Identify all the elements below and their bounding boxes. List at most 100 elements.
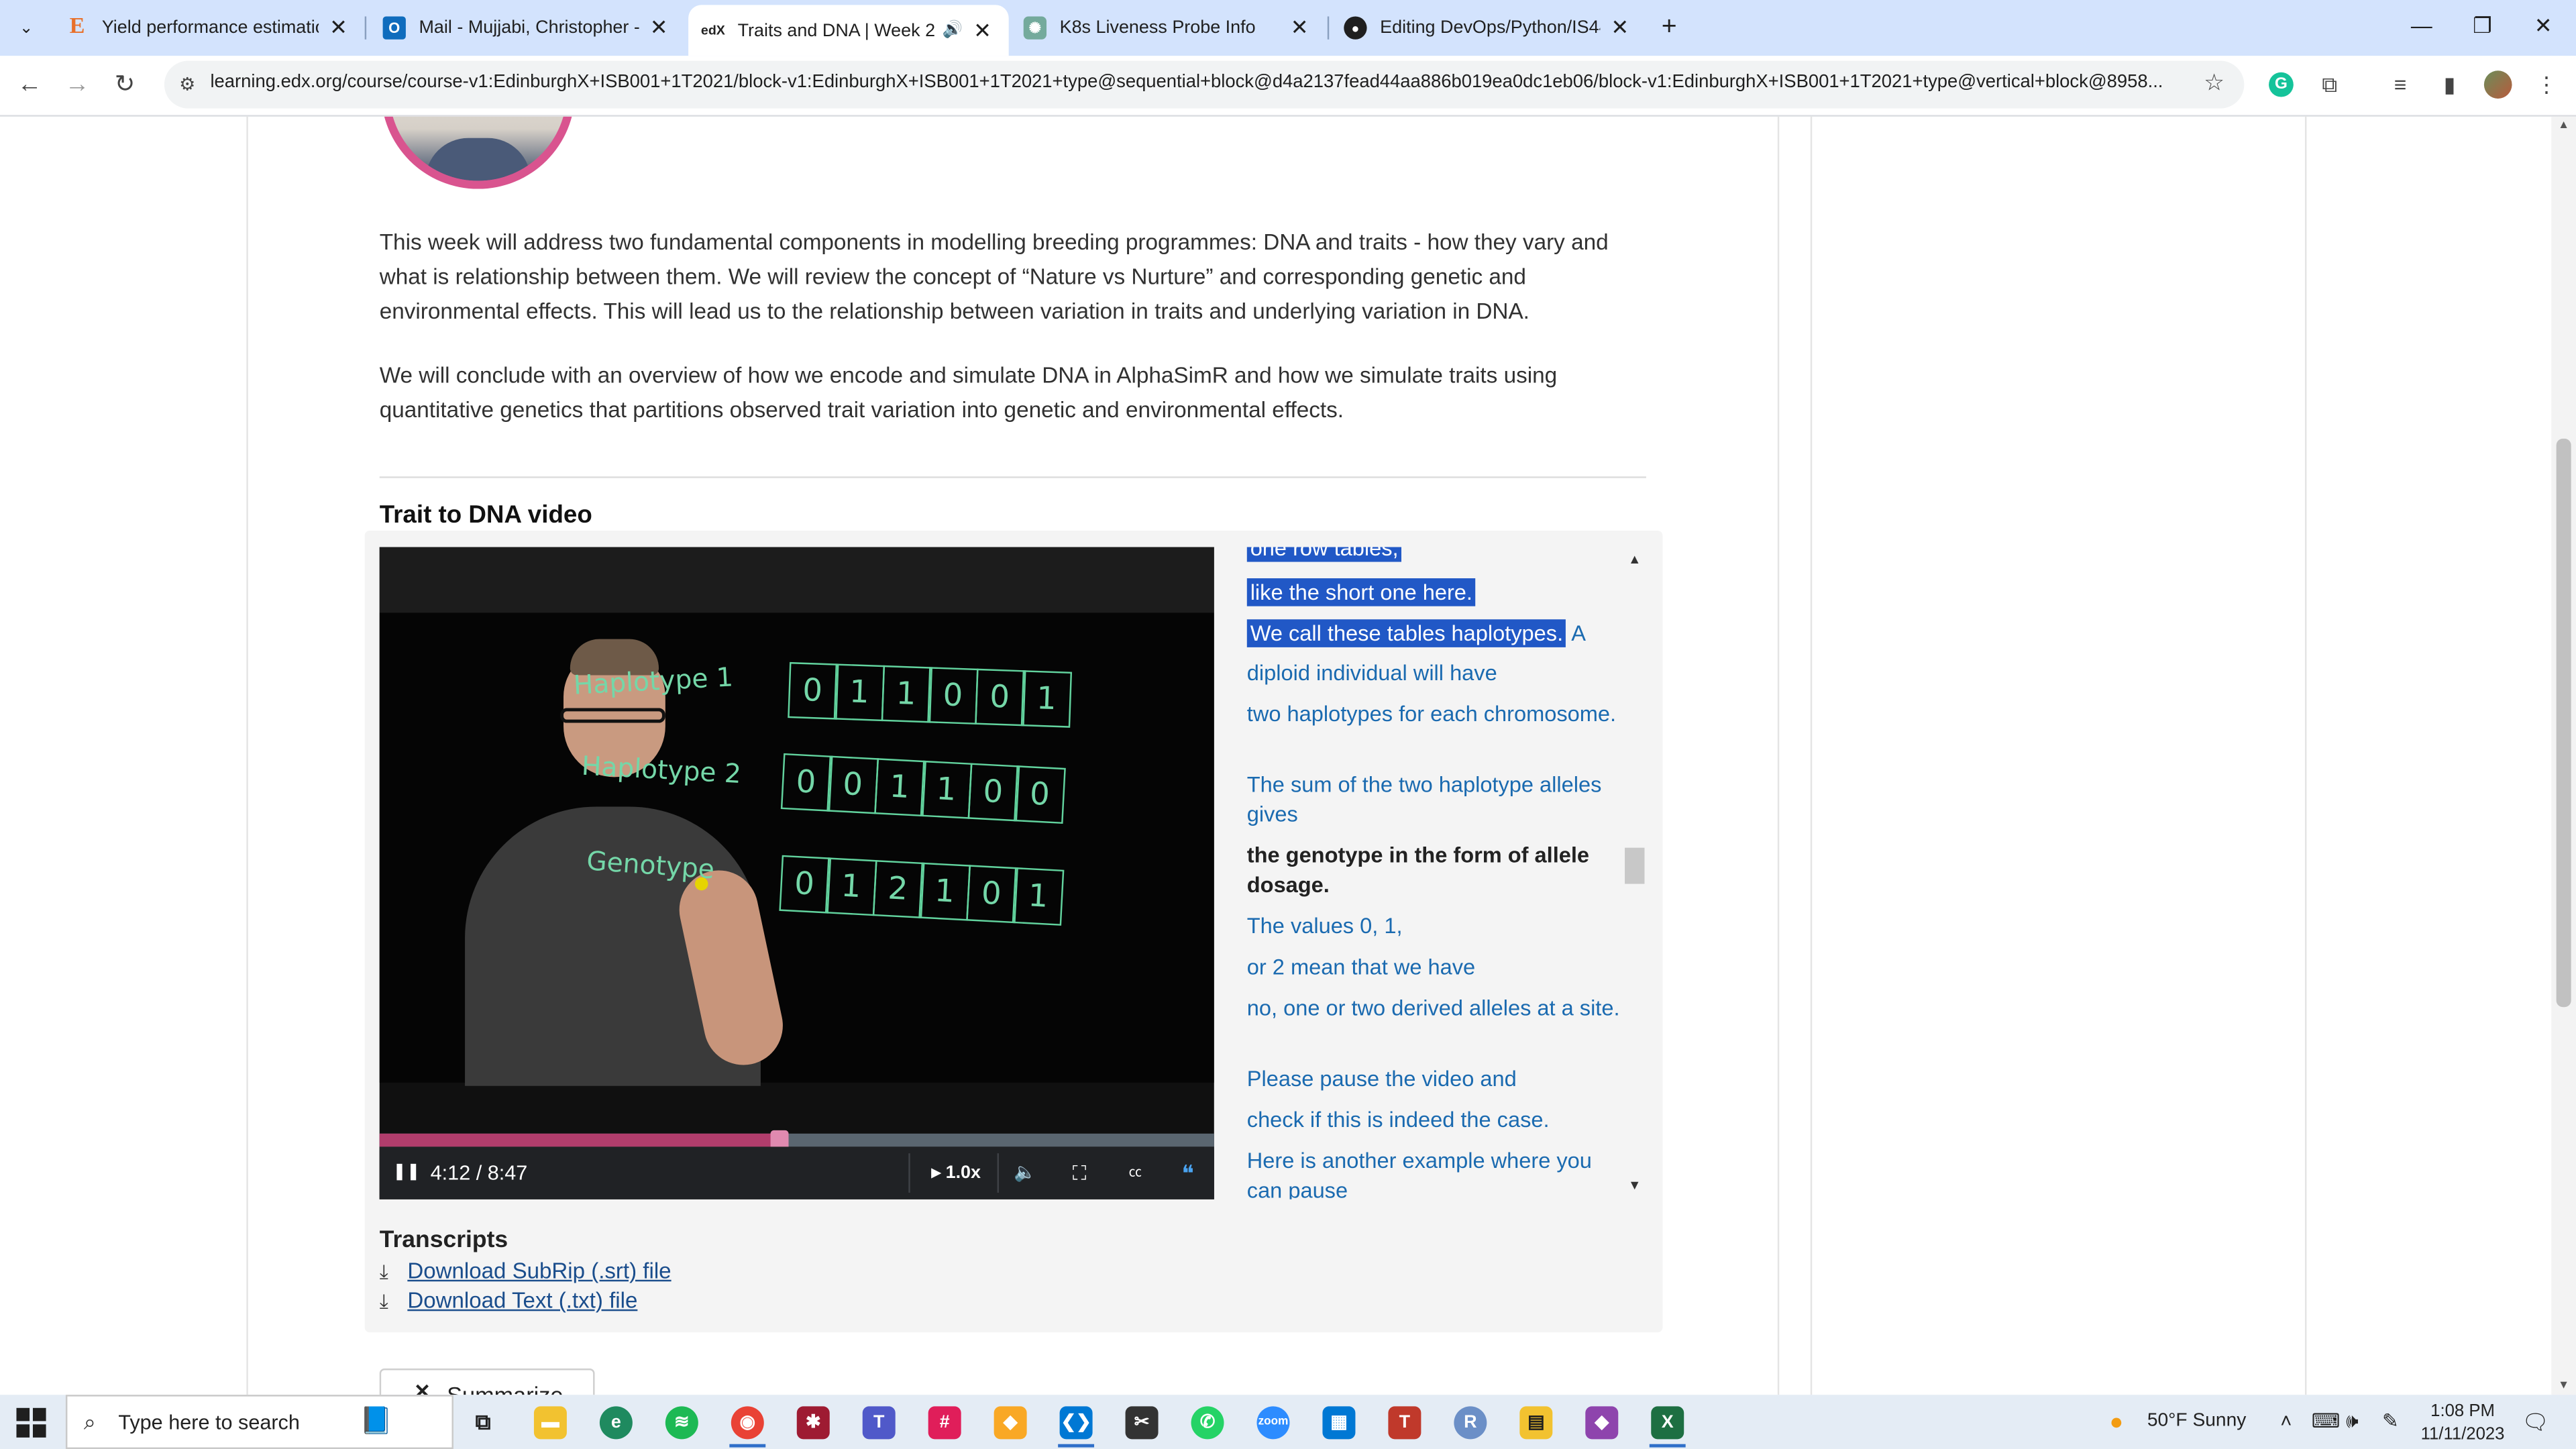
video-player[interactable]: Haplotype 1 Haplotype 2 Genotype 0 1 1 0… [379,547,1214,1199]
close-icon[interactable]: ✕ [1607,15,1633,41]
mathematica-icon[interactable]: ✱ [796,1406,830,1440]
transcript-line[interactable]: Please pause the video and [1247,1065,1621,1094]
address-bar[interactable]: ⚙ learning.edx.org/course/course-v1:Edin… [164,60,2245,109]
transcript-line[interactable]: check if this is indeed the case. [1247,1106,1621,1135]
allele-cell: 0 [1014,765,1066,824]
transcript-toggle-icon[interactable]: ❝ [1173,1146,1203,1199]
transcript-line[interactable]: diploid individual will have [1247,659,1621,688]
tab-k8s-liveness[interactable]: ✺ K8s Liveness Probe Info ✕ [1010,7,1326,50]
page-scrollbar-thumb[interactable] [2556,438,2571,1008]
speed-button[interactable]: ▸ 1.0x [925,1146,987,1199]
restore-button[interactable]: ❐ [2458,10,2507,43]
tab-traits-and-dna[interactable]: edX Traits and DNA | Week 2 - R 🔊 ✕ [688,5,1009,56]
download-srt-link[interactable]: ⤓ Download SubRip (.srt) file [380,1258,672,1285]
windows-start-icon[interactable] [16,1407,46,1438]
edge-icon[interactable]: e [599,1406,633,1440]
tab-search-button[interactable]: ⌄ [11,13,41,43]
control-separator [908,1153,910,1193]
whatsapp-icon[interactable]: ✆ [1191,1406,1224,1440]
pen-icon[interactable]: ✎ [2382,1409,2399,1432]
download-txt-link[interactable]: ⤓ Download Text (.txt) file [380,1288,638,1314]
summarize-button[interactable]: ✕ Summarize [379,1368,595,1395]
chrome-icon[interactable]: ◉ [731,1406,764,1440]
section-divider [379,476,1646,478]
windows-taskbar: ⌕ Type here to search 📘 ⧉ ▬ e ≋ ◉ ✱ T # … [0,1395,2576,1449]
obsidian-icon[interactable]: ◆ [1585,1406,1619,1440]
snipping-tool-icon[interactable]: ✂ [1125,1406,1159,1440]
close-icon[interactable]: ✕ [1287,15,1313,41]
chevron-up-icon[interactable]: ˄ [2280,1409,2292,1432]
weather-icon[interactable]: ● [2110,1408,2124,1434]
slack-icon[interactable]: # [928,1406,961,1440]
taskbar-search-box[interactable]: ⌕ Type here to search 📘 [65,1395,453,1449]
reading-list-icon[interactable]: ≡ [2383,69,2416,102]
transcript-line[interactable]: one row tables, [1246,547,1621,564]
video-controls: ❚❚ 4:12 / 8:47 ▸ 1.0x 🔈 ⛶ ㏄ ❝ [379,1146,1214,1199]
transcript-scroll-up[interactable]: ▲ [1625,552,1644,567]
side-panel-icon[interactable]: ▮ [2433,69,2466,102]
close-icon[interactable]: ✕ [969,17,996,44]
menu-kebab-icon[interactable]: ⋮ [2530,69,2563,102]
notifications-icon[interactable]: 🗨 [2522,1409,2548,1436]
pause-icon[interactable]: ❚❚ [392,1146,420,1199]
url-text[interactable]: learning.edx.org/course/course-v1:Edinbu… [210,72,2182,92]
teams-icon[interactable]: T [862,1406,896,1440]
close-window-button[interactable]: ✕ [2518,10,2567,43]
system-clock[interactable]: 1:08 PM 11/11/2023 [2410,1400,2516,1446]
scroll-down-arrow[interactable]: ▼ [2555,1380,2573,1391]
close-icon[interactable]: ✕ [325,15,352,41]
file-explorer-icon[interactable]: ▬ [533,1406,567,1440]
transcript-line[interactable]: Here is another example where you can pa… [1247,1146,1621,1199]
allele-cell: 0 [780,753,833,812]
speaker-icon[interactable]: 🔊 [943,21,963,40]
tab-yield-performance[interactable]: E Yield performance estimation o ✕ [52,7,364,50]
volume-icon[interactable]: 🔈 [1010,1146,1040,1199]
clock-time: 1:08 PM [2430,1401,2495,1421]
site-info-icon[interactable]: ⚙ [174,72,201,99]
extensions-icon[interactable]: ⧉ [2313,69,2346,102]
zoom-icon[interactable]: zoom [1256,1406,1290,1440]
bookmark-star-icon[interactable]: ☆ [2204,69,2224,97]
minimize-button[interactable]: — [2397,10,2446,43]
instructor-photo [381,116,576,189]
fullscreen-icon[interactable]: ⛶ [1065,1146,1094,1199]
weather-text[interactable]: 50°F Sunny [2147,1411,2246,1431]
browser-toolbar: ← → ↻ ⚙ learning.edx.org/course/course-v… [0,56,2576,117]
transcript-line-current[interactable]: the genotype in the form of allele dosag… [1247,841,1621,900]
transcript-line[interactable]: or 2 mean that we have [1247,953,1621,982]
network-icon[interactable]: ⌨ [2312,1409,2340,1432]
page-scrollbar[interactable]: ▲ ▼ [2551,116,2576,1395]
transcript-panel[interactable]: one row tables, like the short one here.… [1229,547,1653,1199]
python-icon[interactable]: ▤ [1519,1406,1553,1440]
allele-cell: 0 [786,661,839,720]
r-icon[interactable]: R [1454,1406,1487,1440]
grammarly-icon[interactable]: G [2269,72,2294,97]
transcript-line[interactable]: The values 0, 1, [1247,912,1621,941]
transcript-line[interactable]: The sum of the two haplotype alleles giv… [1247,771,1621,830]
tab-editing-devops[interactable]: ● Editing DevOps/Python/IS445_ ✕ [1331,7,1646,50]
vscode-icon[interactable]: ❮❯ [1059,1406,1093,1440]
excel-icon[interactable]: X [1651,1406,1684,1440]
spotify-icon[interactable]: ≋ [665,1406,698,1440]
calendar-icon[interactable]: ▦ [1322,1406,1356,1440]
transcript-scrollbar-thumb[interactable] [1625,847,1645,884]
closed-captions-icon[interactable]: ㏄ [1119,1146,1152,1199]
tab-mail[interactable]: O Mail - Mujjabi, Christopher - Ou ✕ [370,7,685,50]
transcript-line[interactable]: We call these tables haplotypes. A [1246,619,1621,649]
transcript-line[interactable]: no, one or two derived alleles at a site… [1247,994,1621,1024]
reload-button[interactable]: ↻ [109,69,142,102]
back-button[interactable]: ← [13,69,46,102]
transcript-line[interactable]: like the short one here. [1246,578,1621,608]
t-app-icon[interactable]: T [1388,1406,1421,1440]
forward-button[interactable]: → [61,69,94,102]
figma-icon[interactable]: ◆ [994,1406,1027,1440]
task-view-icon[interactable]: ⧉ [467,1406,500,1439]
scroll-up-arrow[interactable]: ▲ [2555,120,2573,131]
volume-icon[interactable]: 🕪 [2346,1409,2359,1434]
transcript-scroll-down[interactable]: ▼ [1625,1178,1644,1193]
profile-avatar[interactable] [2483,70,2512,99]
new-tab-button[interactable]: + [1653,11,1686,44]
allele-cell: 1 [918,862,971,921]
transcript-line[interactable]: two haplotypes for each chromosome. [1247,700,1621,729]
close-icon[interactable]: ✕ [645,15,672,41]
